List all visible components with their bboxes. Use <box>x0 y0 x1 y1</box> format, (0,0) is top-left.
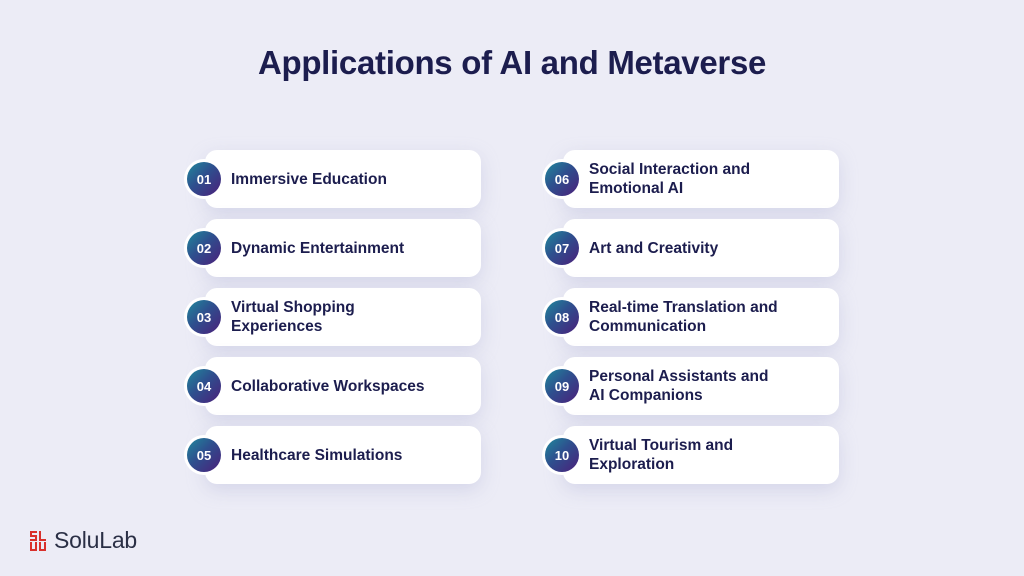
list-item: Collaborative Workspaces 04 <box>185 357 485 415</box>
list-item: Healthcare Simulations 05 <box>185 426 485 484</box>
number-badge: 04 <box>187 369 221 403</box>
number-badge: 02 <box>187 231 221 265</box>
list-item: Personal Assistants and AI Companions 09 <box>543 357 843 415</box>
logo-text: SoluLab <box>54 527 138 553</box>
number-badge: 09 <box>545 369 579 403</box>
item-label: Healthcare Simulations <box>231 446 403 464</box>
item-label-text: Real-time Translation and Communication <box>589 299 778 335</box>
item-label: Real-time Translation and Communication <box>589 288 829 346</box>
item-label: Virtual Tourism and Exploration <box>589 426 829 484</box>
item-label-text: Personal Assistants and AI Companions <box>589 368 769 404</box>
list-item: Virtual Tourism and Exploration 10 <box>543 426 843 484</box>
number-badge: 06 <box>545 162 579 196</box>
item-label: Immersive Education <box>231 170 387 188</box>
solulab-logo-icon <box>30 530 46 551</box>
list-item: Social Interaction and Emotional AI 06 <box>543 150 843 208</box>
item-label: Personal Assistants and AI Companions <box>589 357 829 415</box>
list-item: Dynamic Entertainment 02 <box>185 219 485 277</box>
item-label-text: Virtual Tourism and Exploration <box>589 437 734 473</box>
list-item: Virtual Shopping Experiences 03 <box>185 288 485 346</box>
number-badge: 07 <box>545 231 579 265</box>
number-badge: 08 <box>545 300 579 334</box>
list-item: Real-time Translation and Communication 08 <box>543 288 843 346</box>
item-label-text: Social Interaction and Emotional AI <box>589 161 751 197</box>
item-label: Art and Creativity <box>589 239 719 257</box>
number-badge: 03 <box>187 300 221 334</box>
list-item: Immersive Education 01 <box>185 150 485 208</box>
number-badge: 01 <box>187 162 221 196</box>
item-label: Social Interaction and Emotional AI <box>589 150 829 208</box>
list-item: Art and Creativity 07 <box>543 219 843 277</box>
item-label: Virtual Shopping Experiences <box>231 288 471 346</box>
number-badge: 05 <box>187 438 221 472</box>
item-label-text: Virtual Shopping Experiences <box>231 299 355 335</box>
number-badge: 10 <box>545 438 579 472</box>
item-label: Dynamic Entertainment <box>231 239 405 257</box>
page-title: Applications of AI and Metaverse <box>257 44 767 81</box>
item-label: Collaborative Workspaces <box>231 377 425 395</box>
solulab-logo: SoluLab <box>30 527 137 554</box>
